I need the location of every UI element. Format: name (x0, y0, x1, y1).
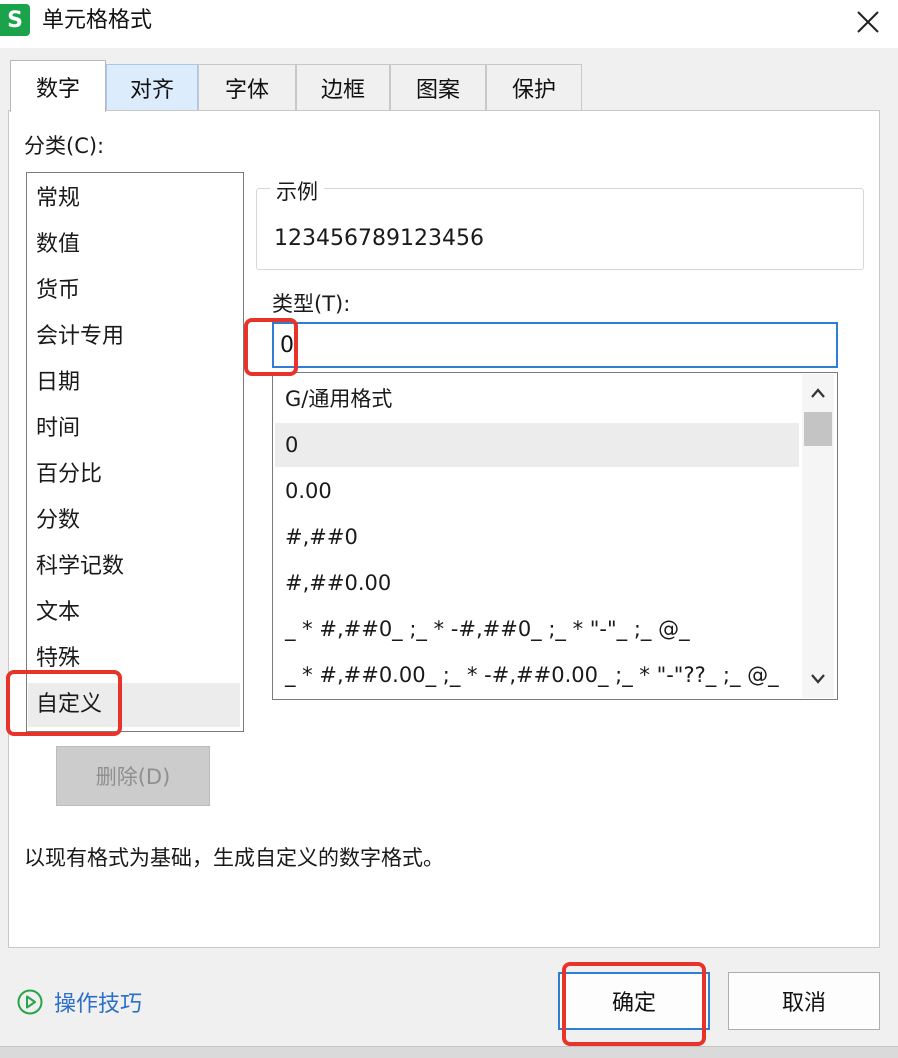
type-label: 类型(T): (272, 292, 351, 316)
dialog-title: 单元格格式 (42, 8, 153, 33)
tab-font[interactable]: 字体 (198, 64, 296, 110)
close-button[interactable] (846, 2, 890, 42)
cancel-button[interactable]: 取消 (728, 972, 880, 1030)
format-item[interactable]: _ * #,##0_ ;_ * -#,##0_ ;_ * "-"_ ;_ @_ (275, 607, 799, 651)
scroll-thumb[interactable] (804, 412, 832, 446)
play-circle-icon (17, 989, 43, 1015)
category-item[interactable]: 特殊 (28, 637, 240, 681)
category-item[interactable]: 分数 (28, 499, 240, 543)
tab-protection[interactable]: 保护 (486, 64, 582, 110)
format-item[interactable]: #,##0 (275, 515, 799, 559)
format-list[interactable]: G/通用格式 0 0.00 #,##0 #,##0.00 _ * #,##0_ … (272, 372, 838, 700)
close-icon (857, 11, 879, 33)
tips-label[interactable]: 操作技巧 (54, 986, 142, 1018)
category-item[interactable]: 会计专用 (28, 315, 240, 359)
sample-label: 示例 (270, 176, 324, 206)
category-list[interactable]: 常规 数值 货币 会计专用 日期 时间 百分比 分数 科学记数 文本 特殊 自定… (26, 172, 244, 732)
scroll-down-button[interactable] (802, 662, 834, 696)
ok-button[interactable]: 确定 (558, 972, 710, 1030)
format-item[interactable]: #,##0.00 (275, 561, 799, 605)
tips-link[interactable]: 操作技巧 (16, 986, 142, 1018)
format-item[interactable]: 0.00 (275, 469, 799, 513)
type-input[interactable] (272, 322, 838, 368)
category-item-custom[interactable]: 自定义 (28, 683, 240, 727)
scroll-up-button[interactable] (802, 376, 834, 410)
category-item[interactable]: 日期 (28, 361, 240, 405)
tab-alignment[interactable]: 对齐 (106, 64, 198, 110)
category-item[interactable]: 常规 (28, 177, 240, 221)
window-bottom-edge (0, 1046, 898, 1058)
category-item[interactable]: 百分比 (28, 453, 240, 497)
category-item[interactable]: 文本 (28, 591, 240, 635)
category-label: 分类(C): (24, 134, 105, 158)
chevron-up-icon (811, 388, 825, 398)
format-item[interactable]: _ * #,##0.00_ ;_ * -#,##0.00_ ;_ * "-"??… (275, 653, 799, 697)
category-item[interactable]: 数值 (28, 223, 240, 267)
chevron-down-icon (811, 674, 825, 684)
format-item-selected[interactable]: 0 (275, 423, 799, 467)
title-bar: S 单元格格式 (0, 0, 898, 48)
app-logo-icon: S (0, 4, 30, 36)
sample-value: 123456789123456 (274, 226, 484, 251)
tab-number[interactable]: 数字 (10, 60, 106, 112)
format-list-scrollbar[interactable] (802, 374, 834, 698)
format-item[interactable]: G/通用格式 (275, 377, 799, 421)
description-text: 以现有格式为基础，生成自定义的数字格式。 (24, 846, 444, 870)
tab-border[interactable]: 边框 (296, 64, 390, 110)
tab-pattern[interactable]: 图案 (390, 64, 486, 110)
category-item[interactable]: 科学记数 (28, 545, 240, 589)
delete-button[interactable]: 删除(D) (56, 746, 210, 806)
category-item[interactable]: 货币 (28, 269, 240, 313)
category-item[interactable]: 时间 (28, 407, 240, 451)
